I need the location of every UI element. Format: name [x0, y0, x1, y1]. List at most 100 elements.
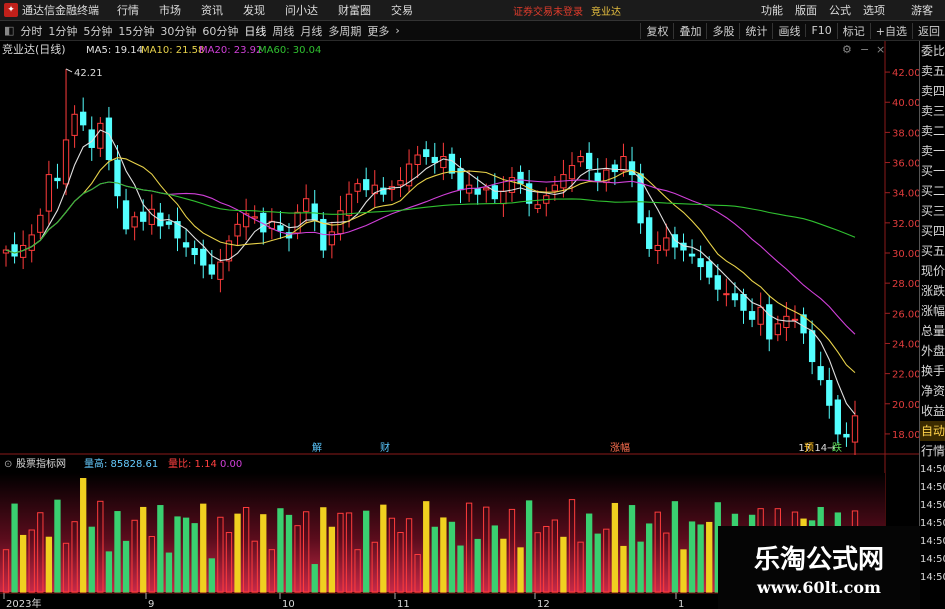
side-panel-item[interactable]: 14:50 — [920, 479, 945, 497]
menu-options[interactable]: 选项 — [863, 2, 885, 18]
candlestick[interactable] — [568, 152, 576, 192]
candlestick[interactable] — [491, 173, 498, 205]
candlestick[interactable] — [654, 231, 661, 265]
period-daily[interactable]: 日线 — [244, 23, 266, 39]
candlestick[interactable] — [723, 278, 730, 307]
candlestick[interactable] — [448, 147, 456, 180]
candlestick[interactable] — [328, 221, 336, 259]
stock-name-link[interactable]: 竞业达 — [591, 3, 621, 18]
event-marker[interactable]: 预 — [804, 442, 814, 454]
candlestick[interactable] — [671, 226, 679, 260]
candlestick[interactable] — [2, 245, 10, 267]
side-panel-item[interactable]: 换手 — [920, 361, 945, 381]
side-panel-item[interactable]: 现价 — [920, 261, 945, 281]
candlestick[interactable] — [363, 167, 370, 197]
menu-formula[interactable]: 公式 — [829, 2, 851, 18]
candlestick[interactable] — [182, 228, 190, 257]
candlestick[interactable] — [174, 207, 181, 252]
volume-panel-icon[interactable]: ⊙ — [4, 459, 12, 470]
candlestick[interactable] — [826, 367, 833, 419]
candlestick[interactable] — [560, 159, 567, 198]
candlestick[interactable] — [242, 198, 250, 241]
side-panel-item[interactable]: 卖二 — [920, 121, 945, 141]
candlestick[interactable] — [611, 159, 619, 185]
period-30min[interactable]: 30分钟 — [160, 23, 196, 39]
candlestick[interactable] — [225, 235, 233, 272]
candlestick[interactable] — [11, 232, 18, 264]
menu-function[interactable]: 功能 — [761, 2, 783, 18]
candlestick[interactable] — [302, 184, 310, 224]
collapse-icon[interactable]: ◧ — [4, 24, 14, 37]
menu-discover[interactable]: 发现 — [243, 2, 265, 18]
candlestick[interactable] — [817, 351, 824, 386]
menu-wealth[interactable]: 财富圈 — [338, 2, 371, 18]
candlestick[interactable] — [131, 211, 138, 241]
btn-overlay[interactable]: 叠加 — [673, 22, 706, 39]
side-panel-item[interactable]: 14:50 — [920, 515, 945, 533]
period-15min[interactable]: 15分钟 — [118, 23, 154, 39]
period-weekly[interactable]: 周线 — [272, 23, 294, 39]
side-panel-item[interactable]: 买二 — [920, 181, 945, 201]
candlestick[interactable] — [371, 170, 378, 208]
period-monthly[interactable]: 月线 — [300, 23, 322, 39]
candlestick[interactable] — [62, 68, 70, 196]
candlestick[interactable] — [37, 208, 44, 240]
stock-chart[interactable]: 竞业达(日线) MA5: 19.14 MA10: 21.58 MA20: 23.… — [0, 41, 919, 609]
candlestick[interactable] — [414, 145, 421, 179]
candlestick[interactable] — [843, 422, 850, 447]
candlestick[interactable] — [405, 149, 413, 193]
candlestick[interactable] — [122, 188, 130, 235]
candlestick[interactable] — [851, 400, 859, 455]
login-warning[interactable]: 证券交易未登录 — [513, 3, 583, 18]
minus-icon[interactable]: − — [860, 43, 869, 56]
candlestick[interactable] — [54, 163, 61, 189]
side-panel-item[interactable]: 自动 — [920, 421, 945, 441]
candlestick[interactable] — [688, 239, 696, 264]
btn-add-watchlist[interactable]: +自选 — [869, 22, 912, 39]
side-panel-item[interactable]: 14:50 — [920, 569, 945, 587]
period-5min[interactable]: 5分钟 — [83, 23, 112, 39]
candlestick[interactable] — [457, 157, 464, 204]
candlestick[interactable] — [217, 248, 224, 293]
candlestick[interactable] — [165, 214, 173, 230]
candlestick[interactable] — [354, 178, 361, 204]
candlestick[interactable] — [706, 256, 713, 285]
period-more[interactable]: 更多 — [367, 23, 389, 39]
side-panel-item[interactable]: 外盘 — [920, 341, 945, 361]
menu-news[interactable]: 资讯 — [201, 2, 223, 18]
event-marker[interactable]: 解 — [312, 441, 322, 454]
candlestick[interactable] — [311, 189, 318, 232]
candlestick[interactable] — [388, 180, 396, 202]
side-panel-item[interactable]: 买一 — [920, 161, 945, 181]
settings-icon[interactable]: ⚙ — [842, 43, 852, 56]
btn-restore-rights[interactable]: 复权 — [640, 22, 673, 39]
event-marker[interactable]: 财 — [380, 441, 390, 454]
candlestick[interactable] — [97, 117, 104, 157]
candlestick[interactable] — [268, 208, 276, 240]
candlestick[interactable] — [28, 224, 35, 263]
period-multi[interactable]: 多周期 — [328, 23, 361, 39]
side-panel-item[interactable]: 买五 — [920, 241, 945, 261]
side-panel-item[interactable]: 买四 — [920, 221, 945, 241]
side-panel-item[interactable]: 总量 — [920, 321, 945, 341]
menu-market[interactable]: 市场 — [159, 2, 181, 18]
candlestick[interactable] — [791, 305, 799, 329]
side-panel-item[interactable]: 卖一 — [920, 141, 945, 161]
candlestick[interactable] — [397, 167, 404, 198]
period-60min[interactable]: 60分钟 — [202, 23, 238, 39]
candlestick[interactable] — [534, 190, 541, 214]
candlestick[interactable] — [440, 142, 447, 181]
candlestick[interactable] — [277, 210, 284, 239]
side-panel-item[interactable]: 涨跌 — [920, 281, 945, 301]
period-1min[interactable]: 1分钟 — [48, 23, 77, 39]
candlestick[interactable] — [646, 210, 653, 257]
side-panel-item[interactable]: 卖五 — [920, 61, 945, 81]
candlestick[interactable] — [603, 158, 610, 192]
candlestick[interactable] — [680, 233, 687, 262]
candlestick[interactable] — [234, 212, 241, 246]
side-panel-item[interactable]: 卖三 — [920, 101, 945, 121]
btn-mark[interactable]: 标记 — [836, 22, 870, 39]
menu-layout[interactable]: 版面 — [795, 2, 817, 18]
menu-ask[interactable]: 问小达 — [285, 2, 318, 18]
candlestick[interactable] — [834, 394, 842, 443]
